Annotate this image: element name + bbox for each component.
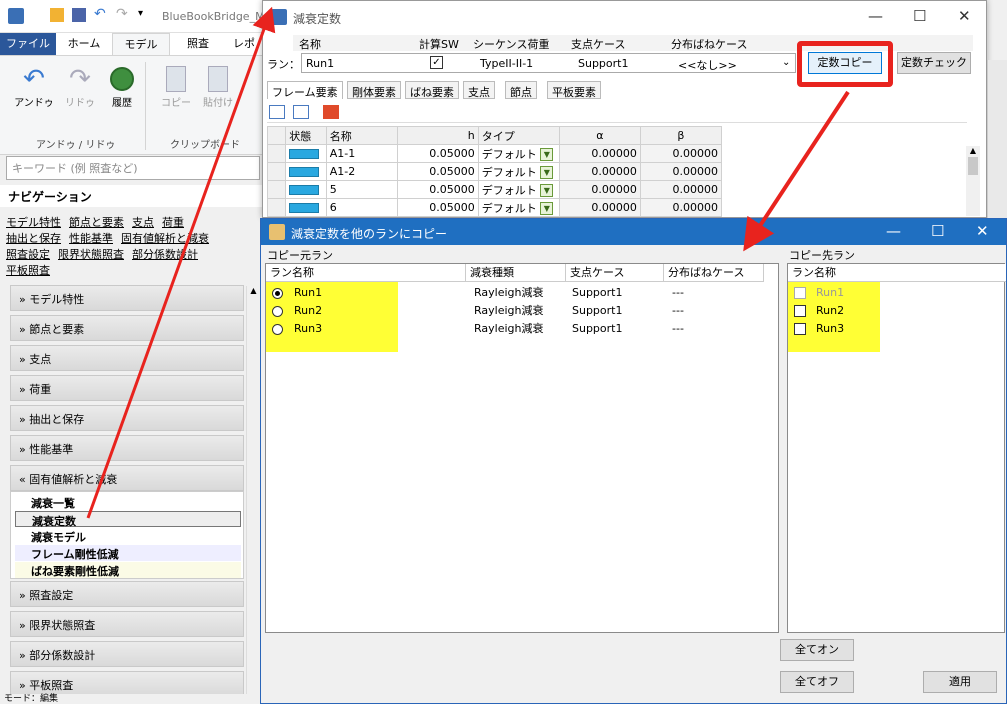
arrow-to-dialog — [86, 6, 276, 519]
annotation-arrows — [86, 6, 850, 519]
arrow-to-copy-dialog — [743, 90, 850, 252]
